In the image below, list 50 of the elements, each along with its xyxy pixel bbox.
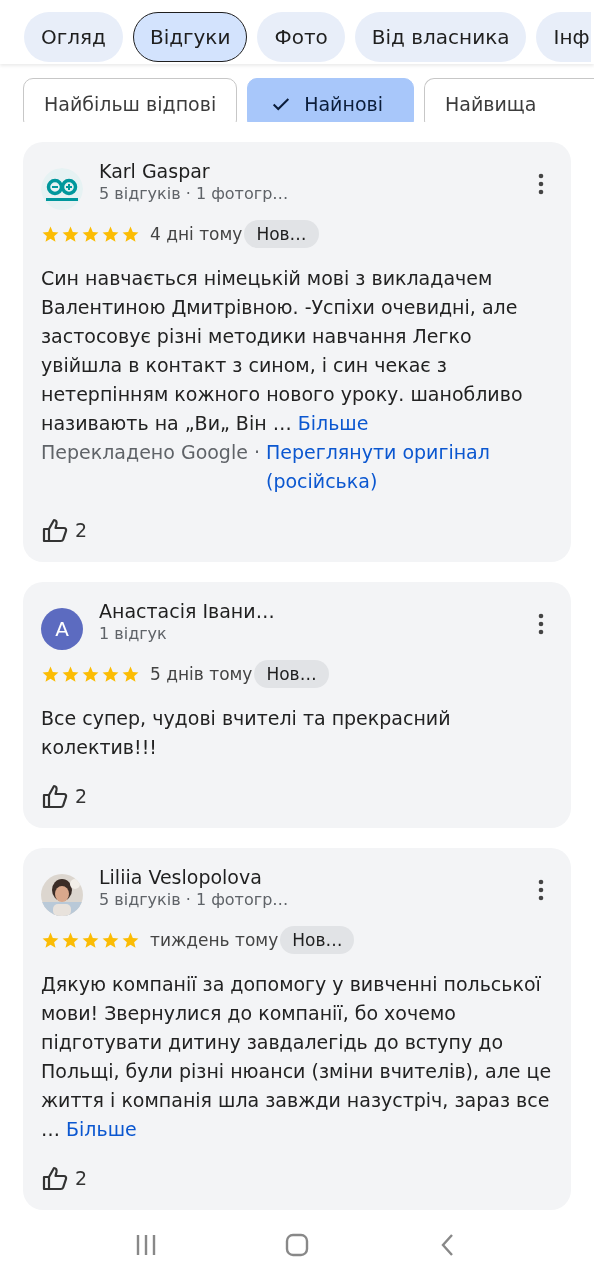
review-text: Дякую компанії за допомогу у вивченні польської мови! Звернулися до компанії, бо хочемо підготувати дитину завдалегідь до вступу до Польщі, були різні нюанси (зміни вчителів), але це життя і компанія шла завжди назустріч, зараз все … Більше <box>41 972 553 1142</box>
star-icon <box>41 224 60 244</box>
author-meta: 5 відгуків · 1 фотогр… <box>99 890 290 909</box>
more-link[interactable]: Більше <box>297 412 369 434</box>
star-icon <box>41 664 60 684</box>
star-icon <box>121 930 140 950</box>
review-text: Все супер, чудові вчителі та прекрасний колектив!!! <box>41 706 452 760</box>
new-badge: Нов… <box>254 660 329 688</box>
more-link[interactable]: Більше <box>66 1118 137 1140</box>
sort-chip[interactable]: Найвища <box>424 78 594 122</box>
star-icon <box>101 930 120 950</box>
tab[interactable]: Фото <box>257 12 345 62</box>
star-icon <box>101 224 120 244</box>
review-time: тиждень тому <box>150 930 279 950</box>
avatar: A <box>41 608 83 650</box>
tab[interactable]: Інф <box>536 12 591 62</box>
star-icon <box>81 930 100 950</box>
review-time: 4 дні тому <box>150 224 243 244</box>
review-time: 5 днів тому <box>150 664 253 684</box>
star-icon <box>61 664 80 684</box>
tab[interactable]: Огляд <box>24 12 123 62</box>
view-original-link[interactable]: Переглянути оригінал (російська) <box>266 438 553 496</box>
tab[interactable]: Від власника <box>354 12 527 62</box>
sort-chip[interactable]: Найнові <box>247 78 414 122</box>
logo-icon <box>41 168 83 210</box>
like-count: 2 <box>75 785 88 807</box>
thumbs-up-icon[interactable] <box>41 1164 69 1192</box>
tab[interactable]: Відгуки <box>132 12 248 62</box>
like-count: 2 <box>75 519 88 541</box>
new-badge: Нов… <box>244 220 319 248</box>
like-count: 2 <box>75 1167 88 1189</box>
star-icon <box>81 224 100 244</box>
author-meta: 5 відгуків · 1 фотогр… <box>99 184 290 203</box>
review-text: Син навчається німецькій мові з викладачем Валентиною Дмитрівною. -Успіхи очевидні, але застосовує різні методики навчання Легко увійшла в контакт з сином, і син чекає з нетерпінням кожного нового уроку. шанобливо називають на „Ви„ Він … Більше <box>41 266 524 436</box>
sort-chip[interactable]: Найбільш відпові <box>23 78 238 122</box>
star-icon <box>41 930 60 950</box>
thumbs-up-icon[interactable] <box>41 516 69 544</box>
new-badge: Нов… <box>280 926 355 954</box>
author-name[interactable]: Liliia Veslopolova <box>99 866 513 888</box>
star-icon <box>81 664 100 684</box>
star-icon <box>101 664 120 684</box>
author-name[interactable]: Karl Gaspar <box>99 160 513 182</box>
author-meta: 1 відгук <box>99 624 168 643</box>
author-name[interactable]: Анастасія Івани… <box>99 600 513 622</box>
star-icon <box>121 224 140 244</box>
translation-note: Перекладено Google · <box>41 440 260 465</box>
star-icon <box>61 930 80 950</box>
thumbs-up-icon[interactable] <box>41 782 69 810</box>
star-icon <box>61 224 80 244</box>
star-icon <box>121 664 140 684</box>
